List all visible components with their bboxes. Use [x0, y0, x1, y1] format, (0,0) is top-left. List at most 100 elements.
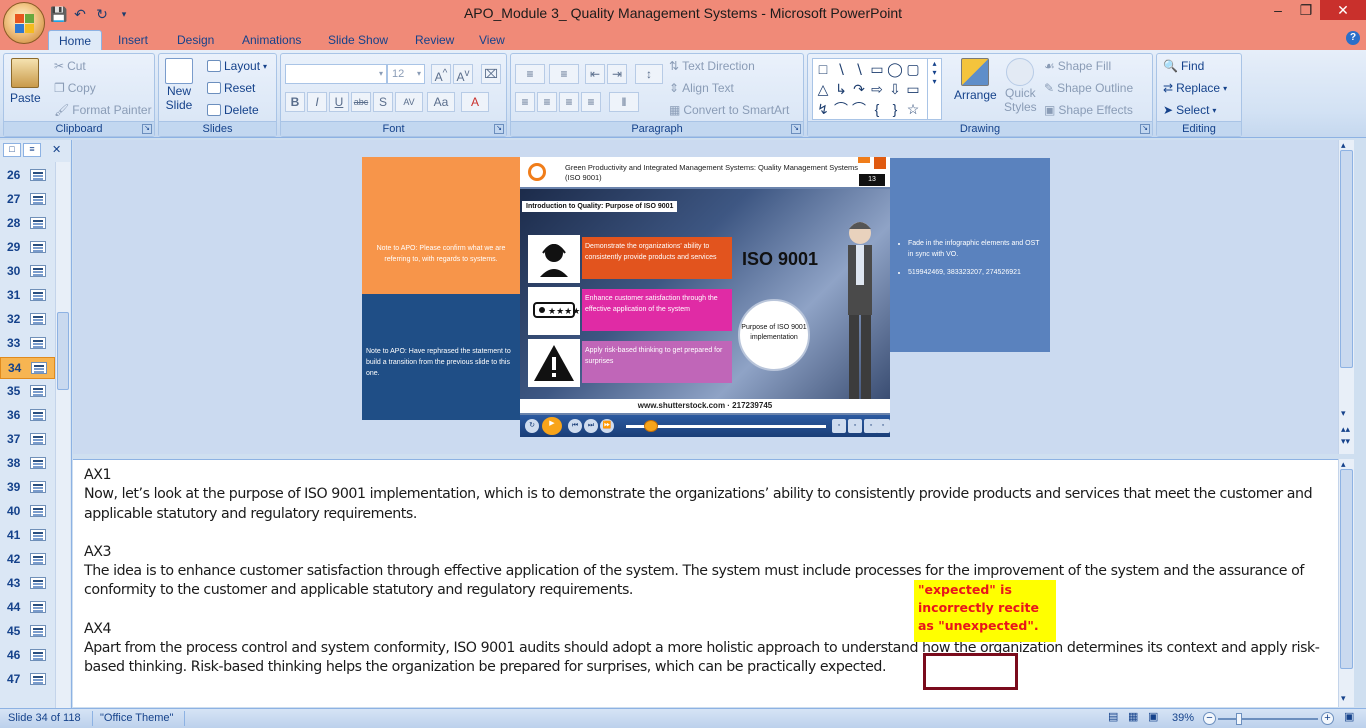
clipboard-launcher-icon[interactable]: ↘: [142, 124, 152, 134]
elbow-connector-shape-icon[interactable]: ↳: [833, 81, 849, 97]
align-text-button[interactable]: ⇕ Align Text: [669, 81, 734, 95]
progress-knob[interactable]: [644, 420, 658, 432]
shape-effects-button[interactable]: ▣ Shape Effects: [1044, 103, 1133, 117]
tab-view[interactable]: View: [469, 30, 515, 50]
character-spacing-button[interactable]: AV: [395, 92, 423, 112]
increase-indent-button[interactable]: ⇥: [607, 64, 627, 84]
zoom-slider-knob[interactable]: [1236, 713, 1242, 725]
next-icon[interactable]: ⏩: [600, 419, 614, 433]
slide-thumbnail[interactable]: 31: [0, 285, 55, 307]
panel-scrollbar[interactable]: [55, 162, 70, 708]
shadow-button[interactable]: S: [373, 92, 393, 112]
line-shape-icon[interactable]: ∖: [833, 61, 849, 77]
justify-button[interactable]: ≡: [581, 92, 601, 112]
zoom-in-icon[interactable]: +: [1321, 712, 1334, 725]
arrange-button[interactable]: Arrange: [954, 58, 997, 102]
find-button[interactable]: 🔍 Find: [1163, 59, 1204, 73]
star-shape-icon[interactable]: ☆: [905, 101, 921, 117]
reset-button[interactable]: Reset: [207, 81, 255, 95]
columns-button[interactable]: ‖: [609, 92, 639, 112]
slide-thumbnail[interactable]: 34: [0, 357, 55, 379]
shape-fill-button[interactable]: ☙ Shape Fill: [1044, 59, 1111, 73]
convert-smartart-button[interactable]: ▦ Convert to SmartArt: [669, 103, 789, 117]
tab-insert[interactable]: Insert: [108, 30, 158, 50]
normal-view-icon[interactable]: ▤: [1108, 710, 1118, 723]
slide-thumbnail[interactable]: 41: [0, 525, 55, 547]
drawing-launcher-icon[interactable]: ↘: [1140, 124, 1150, 134]
format-painter-button[interactable]: 🖌 Format Painter: [54, 103, 152, 117]
notes-scrollbar[interactable]: ▴ ▾: [1338, 459, 1354, 707]
tab-home[interactable]: Home: [48, 30, 103, 50]
line-shape-icon[interactable]: ∖: [851, 61, 867, 77]
text-box-shape-icon[interactable]: □: [815, 61, 831, 77]
replace-button[interactable]: ⇄ Replace ▾: [1163, 81, 1227, 95]
restore-button[interactable]: ❐: [1292, 0, 1320, 20]
lightning-shape-icon[interactable]: ↯: [815, 101, 831, 117]
slide-sorter-icon[interactable]: ▦: [1128, 710, 1138, 723]
delete-button[interactable]: Delete: [207, 103, 259, 117]
font-color-button[interactable]: A: [461, 92, 489, 112]
slide-thumbnail[interactable]: 35: [0, 381, 55, 403]
rectangle-shape-icon[interactable]: ▭: [869, 61, 885, 77]
slide-thumbnail[interactable]: 30: [0, 261, 55, 283]
layout-button[interactable]: Layout ▾: [207, 59, 267, 73]
shapes-gallery[interactable]: □ ∖ ∖ ▭ ◯ ▢ △ ↳ ↷ ⇨ ⇩ ▭ ↯ ⌒ ⌒ { } ☆ ▴ ▾ ▾: [812, 58, 942, 120]
font-family-combo[interactable]: ▾: [285, 64, 387, 84]
text-direction-button[interactable]: ⇅ Text Direction: [669, 59, 755, 73]
tab-design[interactable]: Design: [167, 30, 224, 50]
slide-thumbnail[interactable]: 47: [0, 669, 55, 691]
help-icon[interactable]: ?: [1346, 31, 1360, 45]
previous-slide-icon[interactable]: ▴▴: [1341, 424, 1350, 435]
oval-shape-icon[interactable]: ◯: [887, 61, 903, 77]
italic-button[interactable]: I: [307, 92, 327, 112]
rounded-rectangle-shape-icon[interactable]: ▢: [905, 61, 921, 77]
cut-button[interactable]: ✂ Cut: [54, 59, 86, 73]
minimize-button[interactable]: –: [1264, 0, 1292, 20]
tab-review[interactable]: Review: [405, 30, 464, 50]
flowchart-shape-icon[interactable]: ▭: [905, 81, 921, 97]
replay-icon[interactable]: ↻: [525, 419, 539, 433]
zoom-out-icon[interactable]: −: [1203, 712, 1216, 725]
slide-thumbnail[interactable]: 45: [0, 621, 55, 643]
slide-scroll-thumb[interactable]: [1340, 150, 1353, 368]
apo-note-blue[interactable]: Note to APO: Have rephrased the statemen…: [362, 294, 520, 420]
paste-button[interactable]: Paste: [10, 58, 41, 105]
slide-thumbnail[interactable]: 43: [0, 573, 55, 595]
slide-scrollbar[interactable]: ▴ ▾ ▴▴ ▾▾: [1338, 140, 1354, 454]
zoom-level[interactable]: 39%: [1172, 712, 1194, 724]
strikethrough-button[interactable]: abc: [351, 92, 371, 112]
slide-thumbnail[interactable]: 46: [0, 645, 55, 667]
scroll-down-icon[interactable]: ▾: [1341, 408, 1346, 419]
play-icon[interactable]: ▶: [542, 417, 562, 435]
grow-font-button[interactable]: A^: [431, 64, 451, 84]
fit-to-window-icon[interactable]: ▣: [1344, 710, 1354, 723]
slide-thumbnail[interactable]: 29: [0, 237, 55, 259]
slide-thumbnail[interactable]: 36: [0, 405, 55, 427]
brace-shape-icon[interactable]: {: [869, 101, 885, 117]
volume-icon[interactable]: ▫: [848, 419, 862, 433]
close-icon[interactable]: ✕: [52, 143, 61, 156]
numbering-button[interactable]: ≡: [549, 64, 579, 84]
slide-thumbnail[interactable]: 33: [0, 333, 55, 355]
scroll-down-icon[interactable]: ▾: [1341, 693, 1346, 704]
captions-icon[interactable]: ▫: [832, 419, 846, 433]
zoom-slider[interactable]: [1218, 718, 1318, 720]
skip-forward-icon[interactable]: ⏭: [584, 419, 598, 433]
shape-outline-button[interactable]: ✎ Shape Outline: [1044, 81, 1133, 95]
slide-show-icon[interactable]: ▣: [1148, 710, 1158, 723]
bold-button[interactable]: B: [285, 92, 305, 112]
slide-thumbnail[interactable]: 28: [0, 213, 55, 235]
new-slide-button[interactable]: New Slide: [165, 58, 193, 112]
font-size-combo[interactable]: 12 ▾: [387, 64, 425, 84]
font-launcher-icon[interactable]: ↘: [494, 124, 504, 134]
outline-tab-icon[interactable]: ≡: [23, 143, 41, 157]
fullscreen-icon[interactable]: ▫: [876, 419, 890, 433]
align-left-button[interactable]: ≡: [515, 92, 535, 112]
skip-back-icon[interactable]: ⏮: [568, 419, 582, 433]
slide-thumbnail[interactable]: 37: [0, 429, 55, 451]
bullets-button[interactable]: ≡: [515, 64, 545, 84]
arc-shape-icon[interactable]: ⌒: [851, 101, 867, 117]
notes-pane[interactable]: AX1 Now, let’s look at the purpose of IS…: [73, 459, 1338, 707]
slides-tab-icon[interactable]: □: [3, 143, 21, 157]
curved-connector-shape-icon[interactable]: ↷: [851, 81, 867, 97]
